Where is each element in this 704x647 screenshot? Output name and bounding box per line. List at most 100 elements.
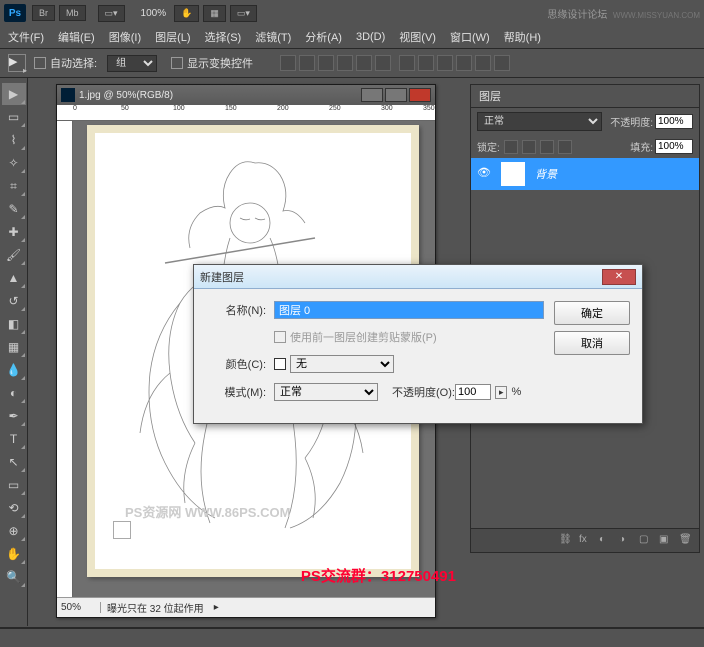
menu-view[interactable]: 视图(V)	[399, 29, 436, 45]
autoselect-checkbox[interactable]	[34, 57, 46, 69]
status-menu-icon[interactable]: ▸	[214, 602, 219, 613]
ok-button[interactable]: 确定	[554, 301, 630, 325]
doc-icon	[61, 88, 75, 102]
move-tool[interactable]: ▶	[2, 83, 26, 105]
brush-tool[interactable]: 🖌	[2, 244, 26, 266]
wand-tool[interactable]: ✧	[2, 152, 26, 174]
menu-3d[interactable]: 3D(D)	[356, 31, 385, 43]
menu-analysis[interactable]: 分析(A)	[305, 29, 342, 45]
align-icon[interactable]	[280, 55, 296, 71]
br-button[interactable]: Br	[32, 5, 55, 21]
align-icon[interactable]	[337, 55, 353, 71]
ruler-horizontal[interactable]: 0 50 100 150 200 250 300 350	[57, 105, 435, 121]
layer-group-icon[interactable]: ▢	[639, 534, 653, 548]
mb-button[interactable]: Mb	[59, 5, 86, 21]
distribute-icon[interactable]	[494, 55, 510, 71]
menu-edit[interactable]: 编辑(E)	[58, 29, 95, 45]
align-icon[interactable]	[299, 55, 315, 71]
distribute-icon[interactable]	[475, 55, 491, 71]
eyedropper-tool[interactable]: ✎	[2, 198, 26, 220]
distribute-icon[interactable]	[456, 55, 472, 71]
maximize-button[interactable]	[385, 88, 407, 102]
lock-pixels-icon[interactable]	[522, 140, 536, 154]
transform-checkbox[interactable]	[171, 57, 183, 69]
align-icon[interactable]	[375, 55, 391, 71]
menu-select[interactable]: 选择(S)	[205, 29, 242, 45]
color-dropdown[interactable]: 无	[290, 355, 394, 373]
view-extras-button[interactable]: ▦	[203, 5, 226, 22]
align-icon[interactable]	[356, 55, 372, 71]
color-swatch-icon	[274, 358, 286, 370]
adjustment-layer-icon[interactable]: ◑	[619, 534, 633, 548]
dialog-titlebar[interactable]: 新建图层 ✕	[194, 265, 642, 289]
color-label: 颜色(C):	[206, 356, 266, 372]
hand-tool[interactable]: ✋	[2, 543, 26, 565]
fill-field[interactable]: 100%	[655, 139, 693, 154]
stamp-tool[interactable]: ▲	[2, 267, 26, 289]
menu-help[interactable]: 帮助(H)	[504, 29, 541, 45]
menu-layer[interactable]: 图层(L)	[155, 29, 190, 45]
layer-thumbnail[interactable]	[501, 162, 525, 186]
type-tool[interactable]: T	[2, 428, 26, 450]
cancel-button[interactable]: 取消	[554, 331, 630, 355]
layer-row[interactable]: 👁 背景	[471, 158, 699, 190]
menu-filter[interactable]: 滤镜(T)	[255, 29, 291, 45]
layers-panel-footer: ⛓ fx ◐ ◑ ▢ ▣ 🗑	[471, 528, 699, 552]
opacity-input[interactable]	[455, 384, 491, 400]
align-icon[interactable]	[318, 55, 334, 71]
credit-text: 思缘设计论坛	[547, 10, 607, 21]
visibility-icon[interactable]: 👁	[477, 166, 493, 182]
3d-camera-tool[interactable]: ⊕	[2, 520, 26, 542]
opacity-field[interactable]: 100%	[655, 114, 693, 129]
hand-tool-button[interactable]: ✋	[174, 5, 199, 22]
shape-tool[interactable]: ▭	[2, 474, 26, 496]
screen-mode-button[interactable]: ▭▾	[98, 5, 125, 22]
autoselect-dropdown[interactable]: 组	[107, 55, 157, 72]
gradient-tool[interactable]: ▦	[2, 336, 26, 358]
blend-mode-dropdown[interactable]: 正常	[477, 112, 602, 131]
zoom-readout[interactable]: 100%	[141, 8, 167, 19]
marquee-tool[interactable]: ▭	[2, 106, 26, 128]
opacity-stepper[interactable]: ▸	[495, 386, 508, 399]
current-tool-icon[interactable]: ▶	[8, 54, 26, 72]
new-layer-icon[interactable]: ▣	[659, 534, 673, 548]
mode-dropdown[interactable]: 正常	[274, 383, 378, 401]
minimize-button[interactable]	[361, 88, 383, 102]
zoom-field[interactable]: 50%	[57, 602, 101, 613]
crop-tool[interactable]: ⌗	[2, 175, 26, 197]
delete-layer-icon[interactable]: 🗑	[679, 534, 693, 548]
fill-label: 填充:	[630, 139, 653, 154]
healing-tool[interactable]: ✚	[2, 221, 26, 243]
dialog-close-button[interactable]: ✕	[602, 269, 636, 285]
menu-file[interactable]: 文件(F)	[8, 29, 44, 45]
layer-name-input[interactable]	[274, 301, 544, 319]
menu-image[interactable]: 图像(I)	[109, 29, 141, 45]
zoom-tool[interactable]: 🔍	[2, 566, 26, 588]
distribute-icon[interactable]	[418, 55, 434, 71]
ruler-vertical[interactable]	[57, 121, 73, 617]
blur-tool[interactable]: 💧	[2, 359, 26, 381]
dodge-tool[interactable]: ◐	[2, 382, 26, 404]
path-tool[interactable]: ↖	[2, 451, 26, 473]
lasso-tool[interactable]: ⌇	[2, 129, 26, 151]
tool-palette: ▶ ▭ ⌇ ✧ ⌗ ✎ ✚ 🖌 ▲ ↺ ◧ ▦ 💧 ◐ ✒ T ↖ ▭ ⟲ ⊕ …	[0, 78, 28, 626]
3d-tool[interactable]: ⟲	[2, 497, 26, 519]
lock-transparent-icon[interactable]	[504, 140, 518, 154]
transform-label: 显示变换控件	[187, 55, 253, 71]
layer-mask-icon[interactable]: ◐	[599, 534, 613, 548]
history-brush-tool[interactable]: ↺	[2, 290, 26, 312]
pen-tool[interactable]: ✒	[2, 405, 26, 427]
arrange-button[interactable]: ▭▾	[230, 5, 257, 22]
lock-all-icon[interactable]	[558, 140, 572, 154]
link-layers-icon[interactable]: ⛓	[559, 534, 573, 548]
layers-tab[interactable]: 图层	[471, 85, 699, 108]
distribute-icon[interactable]	[437, 55, 453, 71]
menu-window[interactable]: 窗口(W)	[450, 29, 490, 45]
eraser-tool[interactable]: ◧	[2, 313, 26, 335]
distribute-icon[interactable]	[399, 55, 415, 71]
close-button[interactable]	[409, 88, 431, 102]
layer-fx-icon[interactable]: fx	[579, 534, 593, 548]
lock-position-icon[interactable]	[540, 140, 554, 154]
layer-name[interactable]: 背景	[535, 166, 557, 182]
doc-titlebar[interactable]: 1.jpg @ 50%(RGB/8)	[57, 85, 435, 105]
